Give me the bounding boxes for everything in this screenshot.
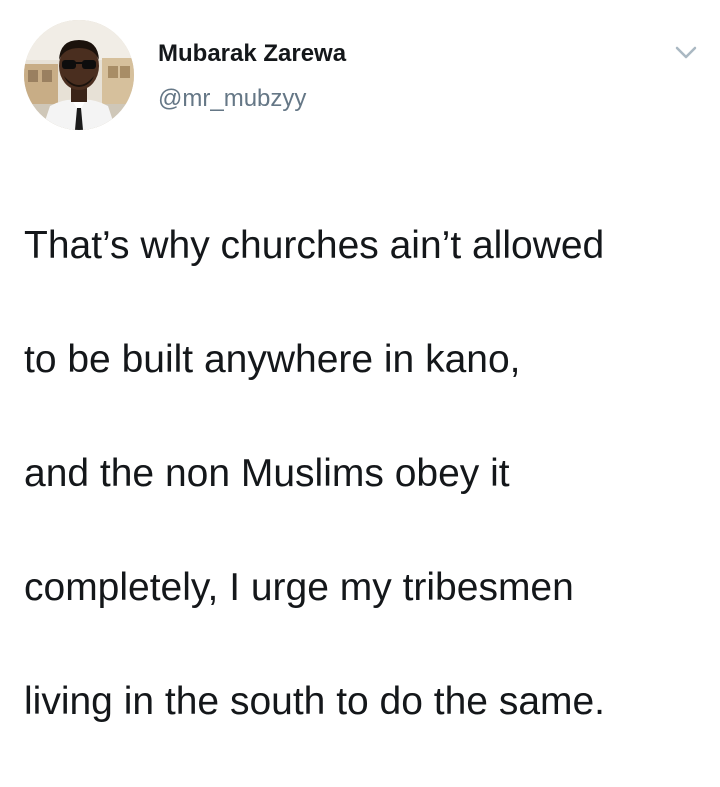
tweet-text-line: to be built anywhere in kano, bbox=[24, 338, 521, 381]
tweet-menu-button[interactable] bbox=[672, 38, 700, 66]
tweet-card: Mubarak Zarewa @mr_mubzyy That’s why chu… bbox=[0, 0, 720, 723]
author-handle[interactable]: @mr_mubzyy bbox=[158, 85, 306, 113]
tweet-text-line: completely, I urge my tribesmen bbox=[24, 566, 574, 609]
tweet-text-line: living in the south to do the same. bbox=[24, 680, 606, 723]
tweet-text: That’s why churches ain’t allowed to be … bbox=[24, 160, 704, 787]
chevron-down-icon bbox=[675, 46, 697, 59]
profile-photo-icon bbox=[24, 20, 134, 130]
avatar[interactable] bbox=[24, 20, 134, 130]
author-display-name[interactable]: Mubarak Zarewa bbox=[158, 40, 346, 68]
tweet-text-line: and the non Muslims obey it bbox=[24, 452, 510, 495]
tweet-text-line: That’s why churches ain’t allowed bbox=[24, 224, 605, 267]
